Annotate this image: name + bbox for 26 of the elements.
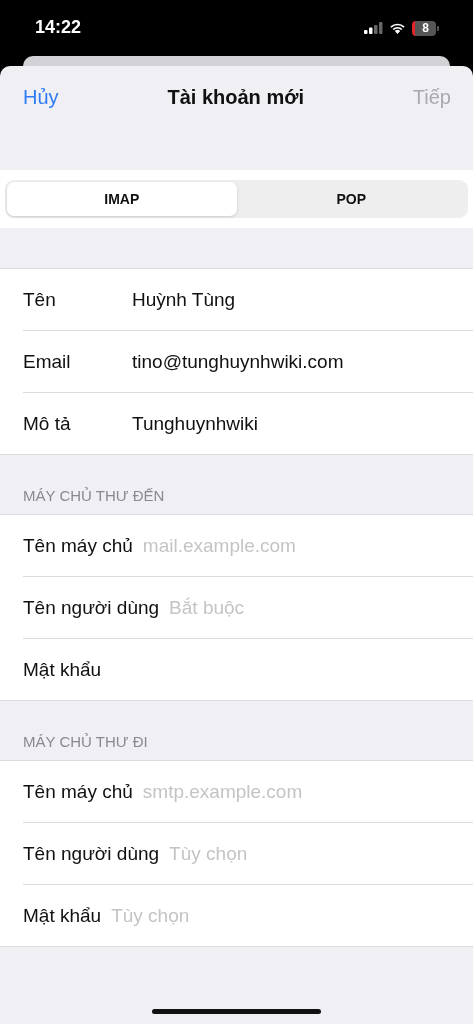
wifi-icon	[389, 22, 406, 34]
section-header: MÁY CHỦ THƯ ĐẾN	[23, 487, 165, 504]
field-label: Tên người dùng	[23, 596, 160, 619]
segment-tab[interactable]: IMAP	[7, 182, 237, 216]
field-label: Mô tả	[23, 412, 72, 435]
input-field[interactable]: Tùy chọn	[111, 904, 465, 927]
input-field[interactable]: mail.example.com	[142, 534, 465, 557]
signal-icon	[364, 22, 383, 34]
field-label: Tên máy chủ	[23, 534, 133, 557]
field-label: Mật khẩu	[23, 904, 102, 927]
status-time: 14:22	[35, 16, 82, 39]
input-field[interactable]: smtp.example.com	[142, 780, 465, 803]
field-label: Mật khẩu	[23, 658, 102, 681]
segment-tab[interactable]: POP	[236, 182, 466, 216]
field-label: Tên máy chủ	[23, 780, 133, 803]
input-field[interactable]: tino@tunghuynhwiki.com	[132, 350, 465, 373]
field-label: Email	[23, 350, 72, 373]
battery-icon: 8	[412, 20, 439, 36]
input-field[interactable]: Bắt buộc	[169, 596, 465, 619]
input-field[interactable]: Tùy chọn	[169, 842, 465, 865]
field-label: Tên người dùng	[23, 842, 160, 865]
input-field[interactable]: Tunghuynhwiki	[132, 412, 465, 435]
screen-title: Tài khoản mới	[166, 85, 305, 109]
field-label: Tên	[23, 288, 57, 311]
section-header: MÁY CHỦ THƯ ĐI	[23, 733, 148, 750]
input-field[interactable]: Huỳnh Tùng	[132, 288, 465, 311]
